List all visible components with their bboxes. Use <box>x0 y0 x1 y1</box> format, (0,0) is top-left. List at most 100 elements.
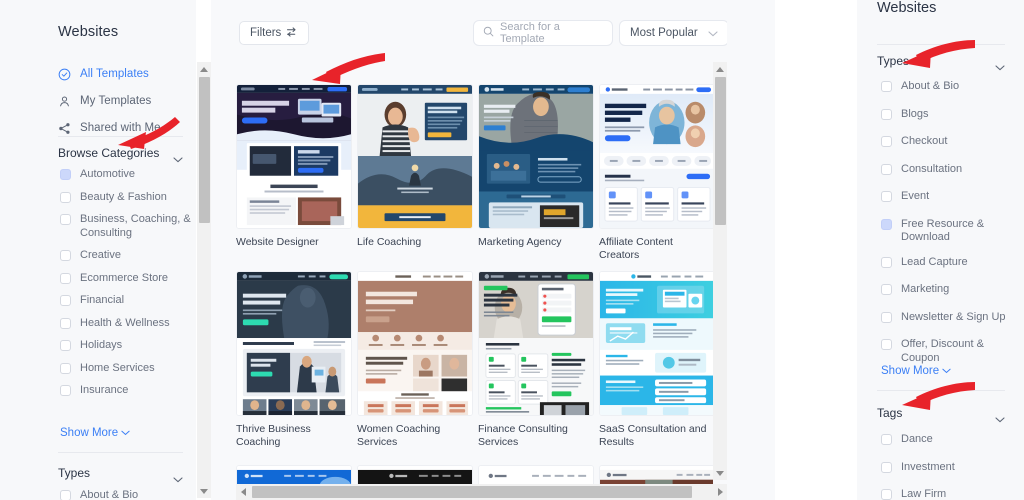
scrollbar-thumb[interactable] <box>199 77 210 223</box>
checkbox-event[interactable] <box>881 191 892 202</box>
checkbox-creative[interactable] <box>60 250 71 261</box>
template-thumbnail[interactable] <box>599 271 713 416</box>
checkbox-row[interactable]: Blogs <box>881 108 1017 122</box>
checkbox-consultation[interactable] <box>881 163 892 175</box>
template-card[interactable]: Women Coaching Services <box>357 271 473 449</box>
checkbox-row[interactable]: Investment <box>881 461 1017 475</box>
grid-horizontal-scrollbar[interactable] <box>236 484 727 500</box>
checkbox-dance[interactable] <box>881 434 892 445</box>
checkbox-about-bio[interactable] <box>60 490 71 500</box>
sort-dropdown[interactable]: Most Popular <box>619 20 729 46</box>
checkbox-about-bio[interactable] <box>881 81 892 92</box>
scroll-down-arrow-icon[interactable] <box>713 466 727 480</box>
sidebar-scrollbar[interactable] <box>197 62 211 498</box>
checkbox-row[interactable]: Beauty & Fashion <box>60 191 192 205</box>
checkbox-row[interactable]: Law Firm <box>881 488 1017 500</box>
section-header-tags[interactable]: Tags <box>877 406 1005 423</box>
template-caption: Finance Consulting Services <box>478 423 568 448</box>
checkbox-row[interactable]: Offer, Discount & Coupon <box>881 338 1017 365</box>
chevron-down-icon <box>708 24 718 42</box>
checkbox-ecommerce-store[interactable] <box>60 272 71 284</box>
template-caption: Website Designer <box>236 236 319 248</box>
checkbox-label: Ecommerce Store <box>80 271 169 284</box>
template-card[interactable]: Marketing Agency <box>478 84 594 249</box>
checkbox-label: Offer, Discount & Coupon <box>901 338 984 364</box>
template-thumbnail[interactable] <box>599 84 713 229</box>
scrollbar-thumb[interactable] <box>252 486 692 498</box>
checkbox-holidays[interactable] <box>60 340 71 351</box>
checkbox-beauty-fashion[interactable] <box>60 191 71 203</box>
show-more-categories-button[interactable]: Show More <box>60 427 130 439</box>
types-list-right: About & Bio Blogs Checkout Consultation … <box>881 80 1017 374</box>
checkbox-law-firm[interactable] <box>881 489 892 500</box>
checkbox-label: Health & Wellness <box>80 316 170 329</box>
checkbox-financial[interactable] <box>60 295 71 306</box>
checkbox-row[interactable]: Holidays <box>60 339 192 353</box>
checkbox-home-services[interactable] <box>60 362 71 374</box>
scroll-down-arrow-icon[interactable] <box>197 484 211 498</box>
template-card[interactable]: Thrive Business Coaching <box>236 271 352 449</box>
checkbox-label: Holidays <box>80 339 123 351</box>
checkbox-lead-capture[interactable] <box>881 256 892 268</box>
checkbox-row[interactable]: About & Bio <box>60 489 192 500</box>
scrollbar-thumb[interactable] <box>715 77 726 225</box>
checkbox-row[interactable]: Consultation <box>881 163 1017 177</box>
checkbox-row[interactable]: Insurance <box>60 384 192 398</box>
section-header-types-right[interactable]: Types <box>877 54 1005 71</box>
checkbox-row[interactable]: Event <box>881 190 1017 204</box>
template-card[interactable]: Affiliate Content Creators <box>599 84 713 262</box>
checkbox-row[interactable]: Lead Capture <box>881 256 1017 270</box>
checkbox-newsletter-sign-up[interactable] <box>881 311 892 323</box>
grid-scrollbar[interactable] <box>713 62 727 480</box>
template-card[interactable]: Life Coaching <box>357 84 473 249</box>
section-header-browse-categories[interactable]: Browse Categories <box>58 146 183 163</box>
scroll-left-arrow-icon[interactable] <box>236 484 250 500</box>
checkbox-row[interactable]: Creative <box>60 249 192 263</box>
scroll-up-arrow-icon[interactable] <box>713 62 727 76</box>
checkbox-row[interactable]: Business, Coaching, & Consulting <box>60 213 192 240</box>
checkbox-row[interactable]: Dance <box>881 433 1017 447</box>
sidebar-item-my-templates[interactable]: My Templates <box>58 90 183 112</box>
checkbox-marketing[interactable] <box>881 284 892 295</box>
checkbox-row[interactable]: Automotive <box>60 168 192 182</box>
sidebar-item-all-templates[interactable]: All Templates <box>58 63 183 85</box>
template-thumbnail[interactable] <box>236 271 352 416</box>
filters-button[interactable]: Filters <box>239 21 310 45</box>
template-card[interactable]: Website Designer <box>236 84 352 249</box>
checkbox-blogs[interactable] <box>881 108 892 120</box>
template-preview-finance-consulting-services <box>479 272 593 415</box>
checkbox-row[interactable]: Home Services <box>60 362 192 376</box>
template-thumbnail[interactable] <box>478 271 594 416</box>
checkbox-row[interactable]: Marketing <box>881 283 1017 297</box>
checkbox-row[interactable]: Health & Wellness <box>60 317 192 331</box>
show-more-types-button[interactable]: Show More <box>881 365 951 377</box>
section-title: Tags <box>877 406 903 420</box>
checkbox-row[interactable]: Free Resource & Download <box>881 218 1017 245</box>
checkbox-row[interactable]: Checkout <box>881 135 1017 149</box>
template-thumbnail[interactable] <box>478 84 594 229</box>
template-thumbnail[interactable] <box>236 84 352 229</box>
checkbox-row[interactable]: Ecommerce Store <box>60 272 192 286</box>
scroll-right-arrow-icon[interactable] <box>713 484 727 500</box>
checkbox-row[interactable]: Financial <box>60 294 192 308</box>
checkbox-automotive[interactable] <box>60 169 71 180</box>
checkbox-row[interactable]: Newsletter & Sign Up <box>881 311 1017 325</box>
sidebar-item-label: Shared with Me <box>80 122 161 134</box>
checkbox-health-wellness[interactable] <box>60 317 71 329</box>
chevron-down-icon <box>995 410 1005 423</box>
checkbox-business-coaching-consulting[interactable] <box>60 214 71 225</box>
template-card[interactable]: SaaS Consultation and Results <box>599 271 713 449</box>
checkbox-row[interactable]: About & Bio <box>881 80 1017 94</box>
checkbox-checkout[interactable] <box>881 136 892 147</box>
section-header-types[interactable]: Types <box>58 466 183 483</box>
checkbox-investment[interactable] <box>881 461 892 473</box>
checkbox-insurance[interactable] <box>60 385 71 396</box>
checkbox-offer-discount-coupon[interactable] <box>881 339 892 350</box>
toolbar: Filters Search for a Template Most Popul… <box>211 0 729 62</box>
checkbox-free-resource-download[interactable] <box>881 218 892 230</box>
template-thumbnail[interactable] <box>357 84 473 229</box>
template-card[interactable]: Finance Consulting Services <box>478 271 594 449</box>
template-thumbnail[interactable] <box>357 271 473 416</box>
search-input[interactable]: Search for a Template <box>473 20 613 46</box>
scroll-up-arrow-icon[interactable] <box>197 62 211 76</box>
